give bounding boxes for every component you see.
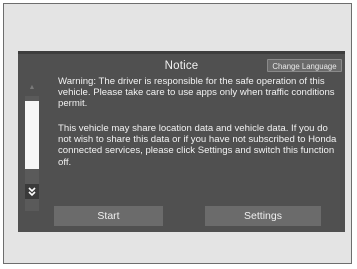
warning-text: Warning: The driver is responsible for t… [58, 76, 335, 110]
scrollbar-thumb[interactable] [25, 101, 39, 169]
change-language-button[interactable]: Change Language [267, 59, 342, 72]
data-sharing-text: This vehicle may share location data and… [58, 123, 337, 168]
double-chevron-down-icon[interactable] [25, 184, 39, 199]
start-button[interactable]: Start [54, 206, 163, 226]
top-divider [18, 51, 345, 54]
arrow-up-icon[interactable]: ▲ [25, 82, 39, 94]
device-frame: Notice Change Language ▲ Warning: The dr… [3, 3, 352, 264]
settings-button[interactable]: Settings [205, 206, 321, 226]
notice-dialog: Notice Change Language ▲ Warning: The dr… [18, 51, 345, 232]
